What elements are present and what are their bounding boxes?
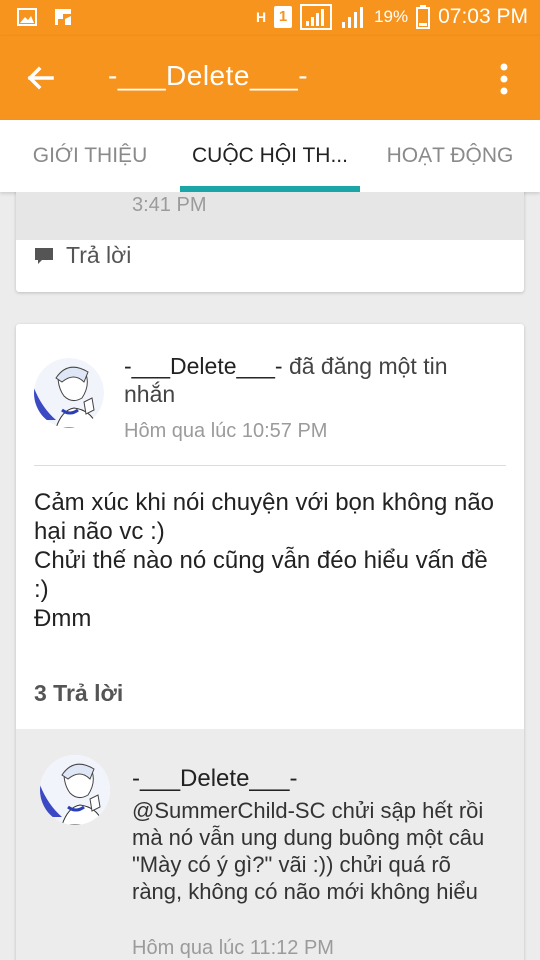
previous-reply-time: 3:41 PM (132, 194, 207, 216)
network-type-indicator: H (255, 9, 267, 25)
tab-bar: GIỚI THIỆU CUỘC HỘI TH... HOẠT ĐỘNG (0, 120, 540, 192)
conversation-feed[interactable]: 3:41 PM Trả lời -___Delete___- đã đăng m… (0, 192, 540, 960)
back-arrow-icon[interactable] (18, 56, 62, 100)
tab-about[interactable]: GIỚI THIỆU (0, 120, 180, 192)
post-timestamp: Hôm qua lúc 10:57 PM (124, 420, 328, 442)
divider (34, 465, 506, 466)
status-bar: H 1 19% 07:03 PM (0, 0, 540, 36)
flipboard-icon (55, 9, 71, 25)
avatar-image (40, 755, 110, 825)
more-options-icon[interactable] (486, 58, 522, 100)
reply-avatar[interactable] (40, 755, 110, 825)
tab-activity[interactable]: HOẠT ĐỘNG (360, 120, 540, 192)
battery-icon (416, 5, 431, 29)
clock: 07:03 PM (438, 5, 528, 28)
post-body-line: Cảm xúc khi nói chuyện với bọn không não… (34, 489, 495, 545)
signal-icon (300, 4, 333, 30)
reply-count[interactable]: 3 Trả lời (34, 680, 123, 707)
post-header: -___Delete___- đã đăng một tin nhắn (124, 352, 504, 408)
previous-post-card: 3:41 PM Trả lời (16, 192, 524, 292)
avatar-image (34, 358, 104, 428)
comment-icon (35, 247, 53, 264)
battery-percent: 19% (374, 7, 409, 26)
sim-number: 1 (278, 8, 288, 25)
avatar[interactable] (34, 358, 104, 428)
reply-label: Trả lời (66, 242, 132, 268)
reply-button[interactable]: Trả lời (34, 242, 131, 269)
previous-reply-area: 3:41 PM (16, 192, 524, 240)
post-body: Cảm xúc khi nói chuyện với bọn không não… (34, 488, 504, 633)
post-body-line: Chửi thế nào nó cũng vẫn đéo hiểu vấn đề… (34, 547, 488, 603)
app-bar: -___Delete___- (0, 36, 540, 120)
reply-text: @SummerChild-SC chửi sập hết rồi mà nó v… (132, 798, 485, 904)
post-author[interactable]: -___Delete___- (124, 353, 283, 379)
sim-indicator: 1 (274, 6, 293, 28)
signal-icon-secondary (342, 7, 364, 28)
reply-author[interactable]: -___Delete___- (132, 765, 297, 793)
reply-item: -___Delete___- @SummerChild-SC chửi sập … (16, 729, 524, 960)
tab-conversations[interactable]: CUỘC HỘI TH... (180, 120, 360, 192)
post-card: -___Delete___- đã đăng một tin nhắn Hôm … (16, 324, 524, 960)
reply-timestamp: Hôm qua lúc 11:12 PM (132, 937, 334, 959)
post-body-line: Đmm (34, 605, 92, 632)
page-title: -___Delete___- (108, 60, 309, 91)
gallery-icon (17, 8, 37, 26)
